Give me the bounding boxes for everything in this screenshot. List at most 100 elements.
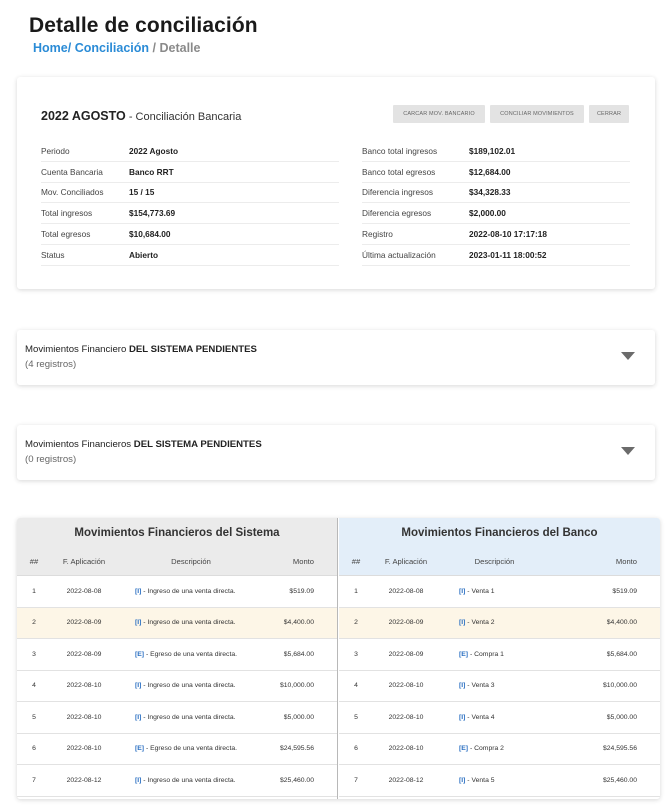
row-number: 4	[32, 682, 36, 690]
row-date: 2022-08-10	[66, 682, 102, 690]
row-description: [I] - Ingreso de una venta directa.	[117, 619, 265, 626]
row-amount: $25,460.00	[602, 776, 637, 784]
table-title: Movimientos Financieros del Banco	[339, 518, 660, 548]
row-description-text: - Venta 1	[465, 587, 495, 595]
header-num: ##	[351, 557, 361, 566]
table-row[interactable]: 5 2022-08-10 [I] - Venta 4 $5,000.00	[339, 702, 660, 734]
row-description: [I] - Ingreso de una venta directa.	[117, 588, 265, 595]
row-number: 5	[354, 713, 358, 721]
info-value: 2022-08-10 17:17:18	[469, 229, 547, 240]
info-row: Diferencia egresos $2,000.00	[362, 203, 630, 225]
header-amount: Monto	[615, 557, 637, 566]
row-description-text: - Ingreso de una venta directa.	[141, 682, 236, 690]
table-row[interactable]: 1 2022-08-08 [I] - Venta 1 $519.09	[339, 576, 660, 608]
row-description: [E] - Compra 1	[439, 651, 550, 658]
row-date: 2022-08-09	[388, 650, 424, 658]
row-number: 5	[32, 713, 36, 721]
breadcrumb-conciliacion-link[interactable]: Conciliación	[75, 41, 149, 55]
summary-period: 2022 AGOSTO	[41, 109, 126, 123]
pending-system-accordion[interactable]: Movimientos Financiero DEL SISTEMA PENDI…	[17, 330, 655, 385]
info-value: Abierto	[129, 249, 159, 260]
header-description: Descripción	[171, 557, 211, 566]
summary-heading: 2022 AGOSTO - Conciliación Bancaria	[41, 109, 241, 123]
info-value: Banco RRT	[129, 166, 174, 177]
row-description: [I] - Ingreso de una venta directa.	[117, 714, 265, 721]
movements-tables: Movimientos Financieros del Sistema ## F…	[17, 518, 660, 799]
row-description-text: - Compra 1	[468, 650, 504, 658]
row-amount: $24,595.56	[279, 745, 314, 753]
row-date: 2022-08-10	[388, 713, 424, 721]
accordion-title: Movimientos Financiero DEL SISTEMA PENDI…	[25, 344, 257, 355]
row-amount: $10,000.00	[602, 682, 637, 690]
table-row[interactable]: 2 2022-08-09 [I] - Ingreso de una venta di…	[17, 607, 337, 639]
summary-info-left: Periodo 2022 Agosto Cuenta Bancaria Banco R…	[41, 141, 339, 266]
info-row: Status Abierto	[41, 245, 339, 266]
summary-subtitle: - Conciliación Bancaria	[125, 111, 242, 123]
row-description: [I] - Ingreso de una venta directa.	[117, 682, 265, 689]
close-button[interactable]: CERRAR	[589, 105, 629, 123]
table-row[interactable]: 6 2022-08-10 [E] - Egreso de una venta dir…	[17, 734, 337, 765]
info-row: Diferencia ingresos $34,328.33	[362, 183, 630, 204]
chevron-down-icon[interactable]	[621, 352, 635, 360]
row-date: 2022-08-09	[66, 619, 102, 627]
row-number: 3	[32, 650, 36, 658]
table-row[interactable]: 7 2022-08-12 [I] - Ingreso de una venta di…	[17, 765, 337, 797]
row-description-text: - Egreso de una venta directa.	[144, 745, 238, 753]
row-description-text: - Venta 5	[465, 776, 495, 784]
row-amount: $4,400.00	[283, 619, 314, 627]
table-header: ## F. Aplicación Descripción Monto	[17, 548, 337, 576]
row-description-text: - Compra 2	[468, 745, 504, 753]
table-row[interactable]: 3 2022-08-09 [E] - Egreso de una venta dir…	[17, 639, 337, 671]
pending-system-accordion-2[interactable]: Movimientos Financieros DEL SISTEMA PEND…	[17, 425, 655, 480]
chevron-down-icon[interactable]	[621, 447, 635, 455]
reconcile-movements-button[interactable]: CONCILIAR MOVIMIENTOS	[490, 105, 584, 123]
table-row[interactable]: 6 2022-08-10 [E] - Compra 2 $24,595.56	[339, 734, 660, 765]
row-type-tag: [E]	[459, 745, 469, 753]
info-value: $12,684.00	[469, 166, 511, 177]
info-label: Registro	[362, 229, 393, 240]
row-description: [E] - Compra 2	[439, 745, 550, 752]
row-date: 2022-08-12	[388, 776, 424, 784]
load-bank-movements-button[interactable]: CARCAR MOV. BANCARIO	[393, 105, 485, 123]
table-row[interactable]: 4 2022-08-10 [I] - Ingreso de una venta di…	[17, 671, 337, 702]
system-movements-table: Movimientos Financieros del Sistema ## F…	[17, 518, 338, 799]
row-description-text: - Venta 3	[465, 682, 495, 690]
row-number: 3	[354, 650, 358, 658]
row-description: [I] - Venta 4	[439, 714, 550, 721]
row-amount: $5,684.00	[283, 650, 314, 658]
row-type-tag: [E]	[135, 745, 145, 753]
table-row[interactable]: 7 2022-08-12 [I] - Venta 5 $25,460.00	[339, 765, 660, 797]
row-description-text: - Ingreso de una venta directa.	[141, 619, 236, 627]
row-description-text: - Ingreso de una venta directa.	[141, 587, 236, 595]
table-row[interactable]: 4 2022-08-10 [I] - Venta 3 $10,000.00	[339, 671, 660, 702]
header-date: F. Aplicación	[62, 557, 106, 566]
row-description-text: - Egreso de una venta directa.	[144, 650, 238, 658]
row-date: 2022-08-09	[388, 619, 424, 627]
row-description: [I] - Venta 2	[439, 619, 550, 626]
summary-card: 2022 AGOSTO - Conciliación Bancaria CARC…	[17, 77, 655, 289]
row-number: 4	[354, 682, 358, 690]
table-row[interactable]: 5 2022-08-10 [I] - Ingreso de una venta di…	[17, 702, 337, 734]
info-label: Diferencia ingresos	[362, 187, 434, 198]
info-row: Periodo 2022 Agosto	[41, 141, 339, 162]
breadcrumb-home-link[interactable]: Home	[33, 41, 68, 55]
info-row: Cuenta Bancaria Banco RRT	[41, 162, 339, 183]
breadcrumb-separator: /	[152, 41, 156, 55]
row-date: 2022-08-10	[388, 682, 424, 690]
info-row: Banco total egresos $12,684.00	[362, 162, 630, 183]
table-row[interactable]: 2 2022-08-09 [I] - Venta 2 $4,400.00	[339, 607, 660, 639]
row-number: 2	[354, 619, 358, 627]
summary-info-right: Banco total ingresos $189,102.01 Banco tot…	[362, 141, 630, 266]
table-row[interactable]: 1 2022-08-08 [I] - Ingreso de una venta di…	[17, 576, 337, 608]
row-date: 2022-08-08	[388, 587, 424, 595]
breadcrumb-current: Detalle	[159, 41, 201, 55]
page-title: Detalle de conciliación	[29, 14, 258, 37]
info-label: Banco total egresos	[362, 166, 436, 177]
header-amount: Monto	[292, 557, 314, 566]
accordion-title-prefix: Movimientos Financieros	[25, 439, 134, 450]
info-label: Diferencia egresos	[362, 208, 432, 219]
row-description: [I] - Ingreso de una venta directa.	[117, 777, 265, 784]
bank-movements-table: Movimientos Financieros del Banco ## F. …	[339, 518, 660, 799]
info-value: $2,000.00	[469, 208, 506, 219]
table-row[interactable]: 3 2022-08-09 [E] - Compra 1 $5,684.00	[339, 639, 660, 671]
